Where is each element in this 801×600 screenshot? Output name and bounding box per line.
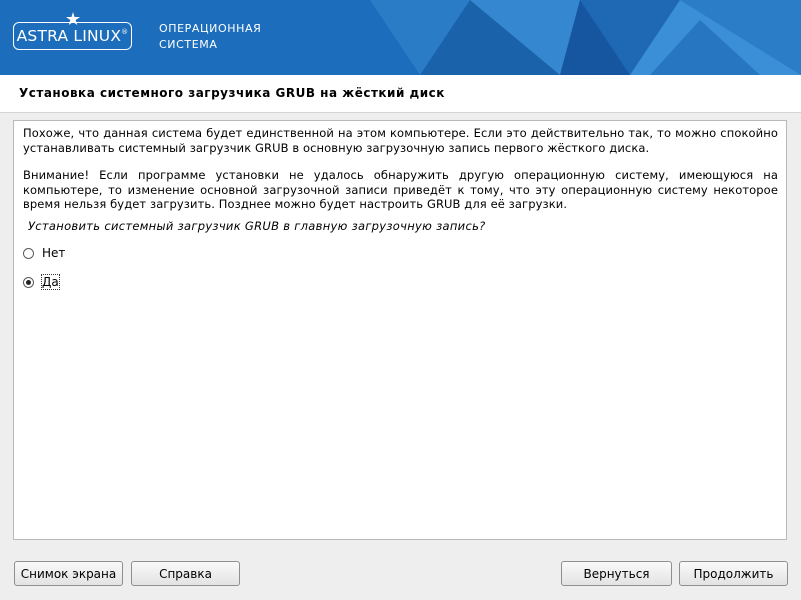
info-paragraph: Похоже, что данная система будет единств… [23,126,778,155]
help-button[interactable]: Справка [131,561,240,586]
page-title-bar: Установка системного загрузчика GRUB на … [0,75,801,113]
radio-no[interactable] [23,247,34,259]
option-no-label[interactable]: Нет [42,246,65,260]
back-button[interactable]: Вернуться [561,561,672,586]
continue-button[interactable]: Продолжить [679,561,788,586]
warning-paragraph: Внимание! Если программе установки не уд… [23,168,778,211]
header-banner: ASTRA LINUX® ОПЕРАЦИОННАЯ СИСТЕМА [0,0,801,75]
os-subtitle-line2: СИСТЕМА [159,38,218,51]
page-title: Установка системного загрузчика GRUB на … [19,86,445,100]
question-text: Установить системный загрузчик GRUB в гл… [28,219,486,233]
astra-linux-logo: ASTRA LINUX® [13,22,132,50]
os-subtitle: ОПЕРАЦИОННАЯ СИСТЕМА [159,21,261,53]
option-yes-label[interactable]: Да [41,274,60,290]
screenshot-button[interactable]: Снимок экрана [14,561,123,586]
option-no[interactable]: Нет [23,244,65,262]
content-panel: Похоже, что данная система будет единств… [13,120,787,540]
option-yes[interactable]: Да [23,273,60,291]
radio-yes[interactable] [23,276,34,288]
os-subtitle-line1: ОПЕРАЦИОННАЯ [159,22,262,35]
